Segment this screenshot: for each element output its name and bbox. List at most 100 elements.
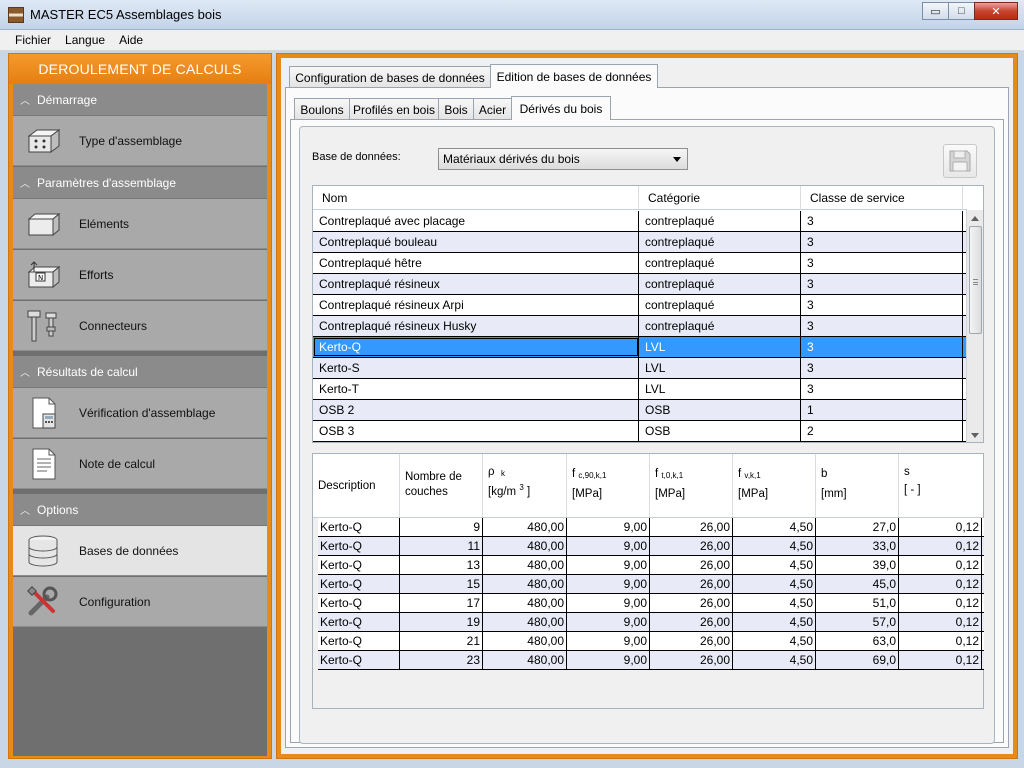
cell-layers[interactable]: 9 — [400, 518, 483, 536]
cell-categorie[interactable]: OSB — [639, 421, 801, 441]
cell-nom[interactable]: Contreplaqué résineux Arpi — [313, 295, 639, 315]
table-row[interactable]: Kerto-Q 9 480,00 9,00 26,00 4,50 27,0 0,12 — [318, 518, 984, 537]
scroll-up-icon[interactable] — [971, 216, 979, 221]
cell-description[interactable]: Kerto-Q — [318, 556, 400, 574]
cell-classe-service[interactable]: 3 — [801, 358, 963, 378]
column-header-description[interactable]: Description — [313, 454, 400, 517]
table-row[interactable]: Kerto-Q 11 480,00 9,00 26,00 4,50 33,0 0,12 — [318, 537, 984, 556]
cell-nom[interactable]: Kerto-Q — [313, 337, 639, 357]
cell-rho[interactable]: 480,00 — [483, 651, 567, 669]
cell-categorie[interactable]: contreplaqué — [639, 232, 801, 252]
cell-nom[interactable]: Contreplaqué avec placage — [313, 211, 639, 231]
cell-classe-service[interactable]: 3 — [801, 253, 963, 273]
table-row[interactable]: Kerto-Q 15 480,00 9,00 26,00 4,50 45,0 0,12 — [318, 575, 984, 594]
table-row[interactable]: Kerto-Q 23 480,00 9,00 26,00 4,50 69,0 0,12 — [318, 651, 984, 670]
table-row[interactable]: Contreplaqué avec placage contreplaqué 3 — [313, 211, 967, 232]
cell-classe-service[interactable]: 3 — [801, 211, 963, 231]
section-resultats[interactable]: ︿ Résultats de calcul — [13, 356, 267, 388]
table-row[interactable]: Kerto-Q 19 480,00 9,00 26,00 4,50 57,0 0,12 — [318, 613, 984, 632]
column-header-fc90[interactable]: f c,90,k,1 [MPa] — [567, 454, 650, 517]
table-row[interactable]: Contreplaqué hêtre contreplaqué 3 — [313, 253, 967, 274]
cell-s[interactable]: 0,12 — [899, 575, 982, 593]
cell-classe-service[interactable]: 3 — [801, 232, 963, 252]
scroll-down-icon[interactable] — [971, 433, 979, 438]
table-row[interactable]: Kerto-S LVL 3 — [313, 358, 967, 379]
cell-nom[interactable]: Kerto-S — [313, 358, 639, 378]
nav-item-type-assemblage[interactable]: Type d'assemblage — [13, 116, 267, 166]
menu-langue[interactable]: Langue — [58, 33, 112, 47]
cell-b[interactable]: 39,0 — [816, 556, 899, 574]
cell-categorie[interactable]: LVL — [639, 379, 801, 399]
tab-acier[interactable]: Acier — [473, 98, 512, 120]
cell-fc90[interactable]: 9,00 — [567, 518, 650, 536]
column-header-s[interactable]: s [ - ] — [899, 454, 982, 517]
cell-categorie[interactable]: contreplaqué — [639, 295, 801, 315]
cell-fv[interactable]: 4,50 — [733, 594, 816, 612]
tab-configuration-bases[interactable]: Configuration de bases de données — [289, 66, 491, 88]
cell-categorie[interactable]: LVL — [639, 337, 801, 357]
close-button[interactable]: ✕ — [974, 2, 1018, 20]
tab-profiles-bois[interactable]: Profilés en bois — [349, 98, 439, 120]
materials-scrollbar[interactable] — [966, 210, 983, 442]
table-row[interactable]: OSB 3 OSB 2 — [313, 421, 967, 442]
cell-fc90[interactable]: 9,00 — [567, 575, 650, 593]
cell-rho[interactable]: 480,00 — [483, 518, 567, 536]
cell-s[interactable]: 0,12 — [899, 613, 982, 631]
table-row[interactable]: Contreplaqué résineux Arpi contreplaqué 3 — [313, 295, 967, 316]
cell-rho[interactable]: 480,00 — [483, 632, 567, 650]
tab-boulons[interactable]: Boulons — [294, 98, 350, 120]
cell-categorie[interactable]: OSB — [639, 400, 801, 420]
cell-ft0[interactable]: 26,00 — [650, 575, 733, 593]
table-row[interactable]: Contreplaqué résineux Husky contreplaqué 3 — [313, 316, 967, 337]
menu-fichier[interactable]: Fichier — [8, 33, 58, 47]
cell-description[interactable]: Kerto-Q — [318, 613, 400, 631]
cell-b[interactable]: 45,0 — [816, 575, 899, 593]
cell-nom[interactable]: OSB 2 — [313, 400, 639, 420]
tab-derives-bois[interactable]: Dérivés du bois — [511, 96, 611, 120]
cell-fv[interactable]: 4,50 — [733, 537, 816, 555]
cell-categorie[interactable]: contreplaqué — [639, 253, 801, 273]
cell-nom[interactable]: OSB 3 — [313, 421, 639, 441]
cell-b[interactable]: 57,0 — [816, 613, 899, 631]
cell-ft0[interactable]: 26,00 — [650, 518, 733, 536]
cell-classe-service[interactable]: 3 — [801, 295, 963, 315]
cell-fc90[interactable]: 9,00 — [567, 537, 650, 555]
column-header-ft0[interactable]: f t,0,k,1 [MPa] — [650, 454, 733, 517]
cell-layers[interactable]: 23 — [400, 651, 483, 669]
cell-ft0[interactable]: 26,00 — [650, 632, 733, 650]
nav-item-bases-donnees[interactable]: Bases de données — [13, 526, 267, 576]
cell-description[interactable]: Kerto-Q — [318, 632, 400, 650]
tab-bois[interactable]: Bois — [438, 98, 474, 120]
cell-layers[interactable]: 17 — [400, 594, 483, 612]
cell-fv[interactable]: 4,50 — [733, 556, 816, 574]
cell-classe-service[interactable]: 3 — [801, 274, 963, 294]
cell-categorie[interactable]: LVL — [639, 358, 801, 378]
cell-description[interactable]: Kerto-Q — [318, 518, 400, 536]
cell-fv[interactable]: 4,50 — [733, 518, 816, 536]
cell-classe-service[interactable]: 3 — [801, 316, 963, 336]
cell-ft0[interactable]: 26,00 — [650, 556, 733, 574]
cell-fv[interactable]: 4,50 — [733, 651, 816, 669]
cell-layers[interactable]: 19 — [400, 613, 483, 631]
column-header-nom[interactable]: Nom — [313, 186, 639, 210]
cell-ft0[interactable]: 26,00 — [650, 537, 733, 555]
cell-b[interactable]: 63,0 — [816, 632, 899, 650]
cell-b[interactable]: 27,0 — [816, 518, 899, 536]
cell-classe-service[interactable]: 3 — [801, 337, 963, 357]
cell-fc90[interactable]: 9,00 — [567, 556, 650, 574]
cell-b[interactable]: 33,0 — [816, 537, 899, 555]
table-row[interactable]: Kerto-Q 21 480,00 9,00 26,00 4,50 63,0 0,12 — [318, 632, 984, 651]
cell-description[interactable]: Kerto-Q — [318, 575, 400, 593]
cell-nom[interactable]: Contreplaqué résineux Husky — [313, 316, 639, 336]
table-row[interactable]: Kerto-T LVL 3 — [313, 379, 967, 400]
table-row[interactable]: Kerto-Q LVL 3 — [313, 337, 967, 358]
scroll-thumb[interactable] — [969, 226, 982, 334]
cell-fv[interactable]: 4,50 — [733, 613, 816, 631]
nav-item-configuration[interactable]: Configuration — [13, 577, 267, 627]
cell-fv[interactable]: 4,50 — [733, 632, 816, 650]
table-row[interactable]: Kerto-Q 13 480,00 9,00 26,00 4,50 39,0 0,12 — [318, 556, 984, 575]
cell-nom[interactable]: Contreplaqué résineux — [313, 274, 639, 294]
cell-rho[interactable]: 480,00 — [483, 594, 567, 612]
cell-description[interactable]: Kerto-Q — [318, 537, 400, 555]
cell-s[interactable]: 0,12 — [899, 518, 982, 536]
